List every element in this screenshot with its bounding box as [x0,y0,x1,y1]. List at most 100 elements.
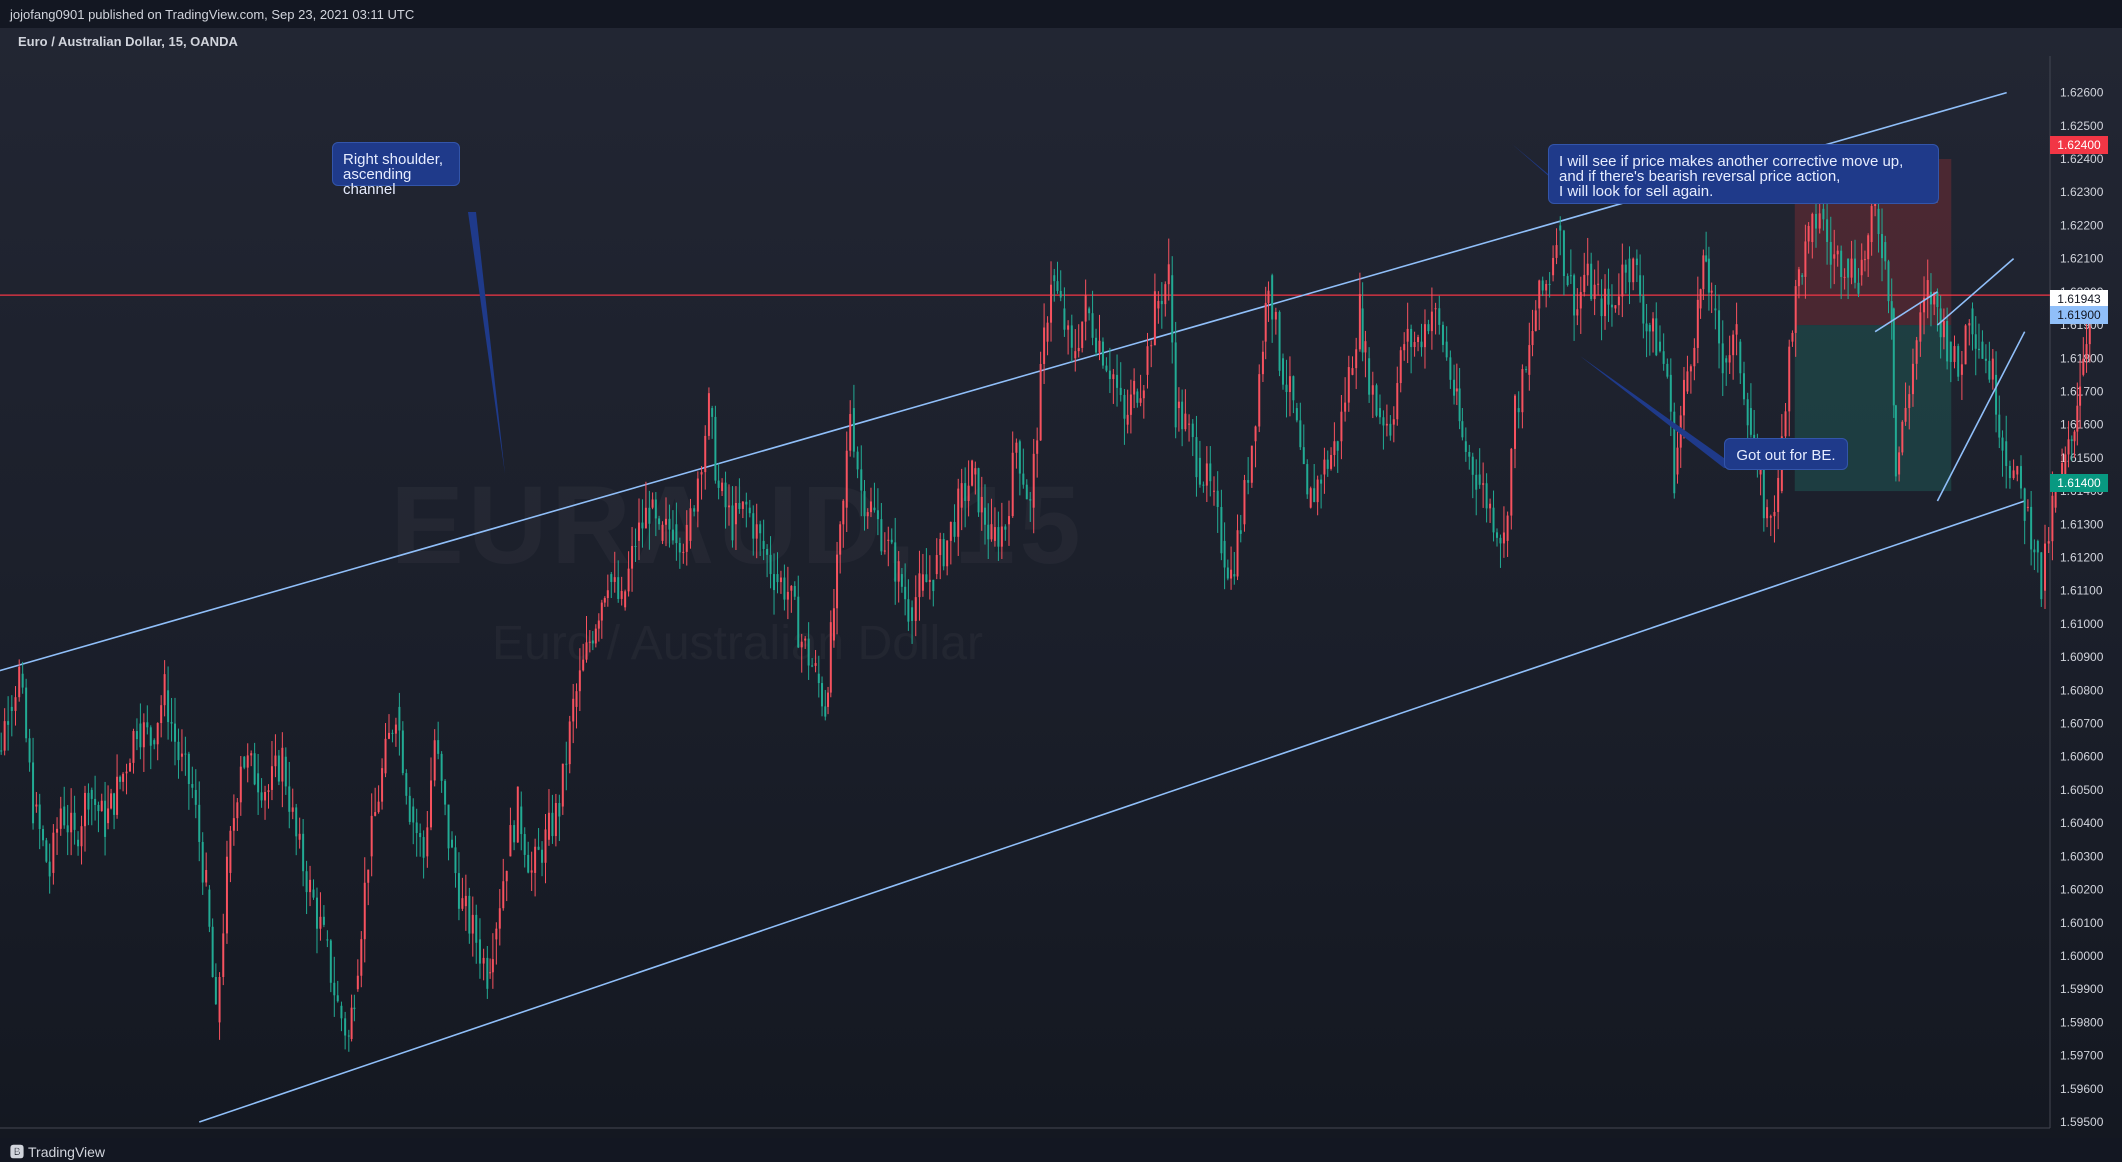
candle-body [541,849,544,863]
candle-body [1545,283,1548,291]
candle-body [440,753,443,781]
candle-body [333,982,336,996]
candle-body [1112,374,1115,380]
candle-body [554,803,557,837]
candle-body [883,550,886,552]
candle-body [1320,479,1323,484]
candle-body [401,730,404,774]
price-chart-svg[interactable]: 1.62600 1.62500 1.62400 1.62300 1.62200 1.621… [0,56,2122,1138]
candle-body [869,501,872,513]
candle-body [2040,552,2043,600]
candle-body [1576,309,1579,316]
candle-body [960,483,963,508]
candle-body [502,881,505,909]
candle-body [1926,280,1929,298]
candle-body [461,898,464,909]
y-tick-label: 1.61600 [2060,418,2104,432]
candle-body [1084,295,1087,322]
candle-body [613,577,616,582]
candle-body [1430,311,1433,332]
y-tick-label: 1.60200 [2060,883,2104,897]
chart-area[interactable]: Euro / Australian Dollar, 15, OANDA EURA… [0,28,2122,1138]
candle-body [1438,308,1441,325]
candle-body [73,812,76,830]
candle-body [1336,441,1339,451]
candle-body [2064,454,2067,475]
candle-body [191,784,194,788]
candle-body [1639,275,1642,296]
candle-body [315,897,318,929]
candle-body [291,807,294,812]
candle-body [1000,526,1003,547]
candle-body [591,640,594,644]
candle-body [232,818,235,831]
tradingview-brand[interactable]: 🅱 TradingView [10,1142,105,1162]
candle-body [1039,363,1042,441]
candle-body [1773,511,1776,517]
candle-body [430,780,433,828]
candle-body [1067,325,1070,330]
candle-body [329,940,332,983]
candle-body [707,393,710,436]
candle-body [305,871,308,893]
candle-body [66,825,69,833]
candle-body [523,834,526,855]
candle-body [257,773,260,793]
candle-body [1739,341,1742,374]
candle-body [295,807,298,837]
candle-body [1243,480,1246,525]
candle-body [344,1018,347,1036]
candle-body [1420,341,1423,348]
candle-body [116,776,119,815]
candle-body [1964,325,1967,365]
candle-body [551,812,554,837]
candle-body [1860,259,1863,276]
candle-body [1552,257,1555,276]
note-corrective-move[interactable]: I will see if price makes another correc… [1548,144,1939,204]
candle-body [1826,219,1829,242]
candle-body [1309,488,1312,508]
candle-body [32,762,35,824]
note-right-shoulder[interactable]: Right shoulder, ascending channel [332,142,460,197]
candle-body [156,723,159,745]
candle-body [270,766,273,790]
candle-body [1658,341,1661,352]
candle-body [804,638,807,641]
note-break-even[interactable]: Got out for BE. [1724,438,1848,470]
candle-body [1769,516,1772,518]
candle-body [1392,419,1395,425]
candle-body [682,551,685,553]
candle-body [971,460,974,486]
candle-body [776,574,779,583]
candle-body [1628,258,1631,283]
candle-body [486,957,489,989]
candle-body [222,933,225,977]
candle-body [1689,366,1692,372]
candle-body [1699,289,1702,309]
candle-body [198,804,201,842]
candle-body [1718,310,1721,344]
candle-body [246,755,249,768]
candle-body [177,741,180,761]
candle-body [1804,241,1807,277]
candle-body [387,732,390,739]
candle-body [993,527,996,541]
candle-body [1566,276,1569,286]
candle-body [1361,308,1364,353]
candle-body [1340,411,1343,442]
candle-body [1150,345,1153,347]
candle-body [585,642,588,660]
candle-body [1098,340,1101,353]
candle-body [1368,358,1371,395]
candle-body [1326,459,1329,469]
candle-body [1762,469,1765,519]
candle-body [928,579,931,583]
candle-body [218,976,221,1023]
candle-body [1202,484,1205,486]
candle-body [1669,374,1672,412]
candle-body [80,826,83,847]
candle-body [1797,269,1800,287]
candle-body [1942,321,1945,338]
y-tick-label: 1.62300 [2060,185,2104,199]
candle-body [1617,296,1620,306]
